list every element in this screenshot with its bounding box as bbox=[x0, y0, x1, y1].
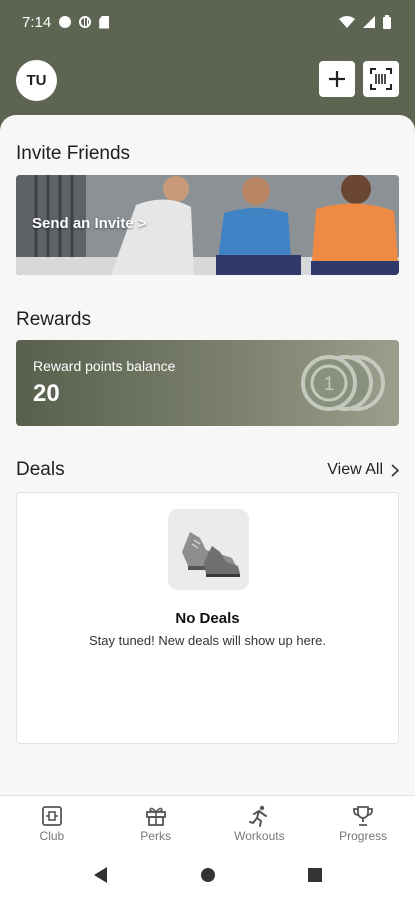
add-button[interactable] bbox=[319, 61, 355, 97]
reward-points-value: 20 bbox=[33, 380, 60, 407]
globe-icon bbox=[79, 16, 92, 28]
sneaker-placeholder bbox=[168, 509, 249, 590]
club-icon bbox=[41, 806, 62, 826]
gift-icon bbox=[145, 807, 166, 826]
scan-button[interactable] bbox=[363, 61, 399, 97]
view-all-label: View All bbox=[327, 461, 383, 478]
rewards-card[interactable]: Reward points balance 20 1 bbox=[16, 340, 399, 426]
nav-progress-label: Progress bbox=[339, 829, 388, 843]
wifi-icon bbox=[339, 16, 355, 28]
deals-title: Deals bbox=[16, 459, 65, 480]
nav-workouts[interactable]: Workouts bbox=[208, 796, 312, 850]
main-content: Invite Friends Send an Invite > Rewards … bbox=[0, 115, 415, 795]
rewards-title: Rewards bbox=[16, 309, 91, 330]
battery-icon bbox=[383, 15, 391, 29]
nav-workouts-label: Workouts bbox=[234, 829, 285, 843]
trophy-icon bbox=[353, 806, 374, 826]
app-header: TU bbox=[0, 44, 415, 116]
coins-icon: 1 bbox=[301, 355, 385, 411]
nav-perks-label: Perks bbox=[140, 829, 171, 843]
invite-friends-title: Invite Friends bbox=[16, 143, 131, 164]
home-icon[interactable] bbox=[200, 867, 216, 883]
view-all-deals-link[interactable]: View All bbox=[327, 461, 399, 479]
send-invite-link[interactable]: Send an Invite > bbox=[32, 215, 147, 232]
avatar[interactable]: TU bbox=[16, 60, 57, 101]
no-deals-subtitle: Stay tuned! New deals will show up here. bbox=[88, 633, 326, 648]
back-icon[interactable] bbox=[93, 867, 108, 883]
deals-card: No Deals Stay tuned! New deals will show… bbox=[16, 492, 399, 744]
reward-points-label: Reward points balance bbox=[33, 358, 176, 374]
nav-perks[interactable]: Perks bbox=[104, 796, 208, 850]
invite-banner[interactable]: Send an Invite > bbox=[16, 175, 399, 275]
nav-club[interactable]: Club bbox=[0, 796, 104, 850]
chevron-right-icon bbox=[391, 463, 399, 477]
bottom-navigation: Club Perks Workouts Progress bbox=[0, 795, 415, 850]
coin-number: 1 bbox=[324, 374, 335, 395]
no-deals-title: No Deals bbox=[175, 610, 240, 627]
barcode-scan-icon bbox=[370, 68, 392, 90]
system-navigation-bar bbox=[0, 850, 415, 900]
notification-dot-icon bbox=[59, 16, 72, 28]
status-bar: 7:14 bbox=[0, 0, 415, 44]
recents-icon[interactable] bbox=[307, 868, 322, 882]
plus-icon bbox=[329, 71, 345, 87]
sim-card-icon bbox=[99, 15, 110, 29]
sneaker-icon bbox=[181, 531, 240, 577]
nav-club-label: Club bbox=[39, 829, 65, 843]
runner-icon bbox=[249, 805, 268, 827]
nav-progress[interactable]: Progress bbox=[311, 796, 415, 850]
signal-icon bbox=[363, 16, 375, 28]
status-time: 7:14 bbox=[22, 13, 52, 31]
